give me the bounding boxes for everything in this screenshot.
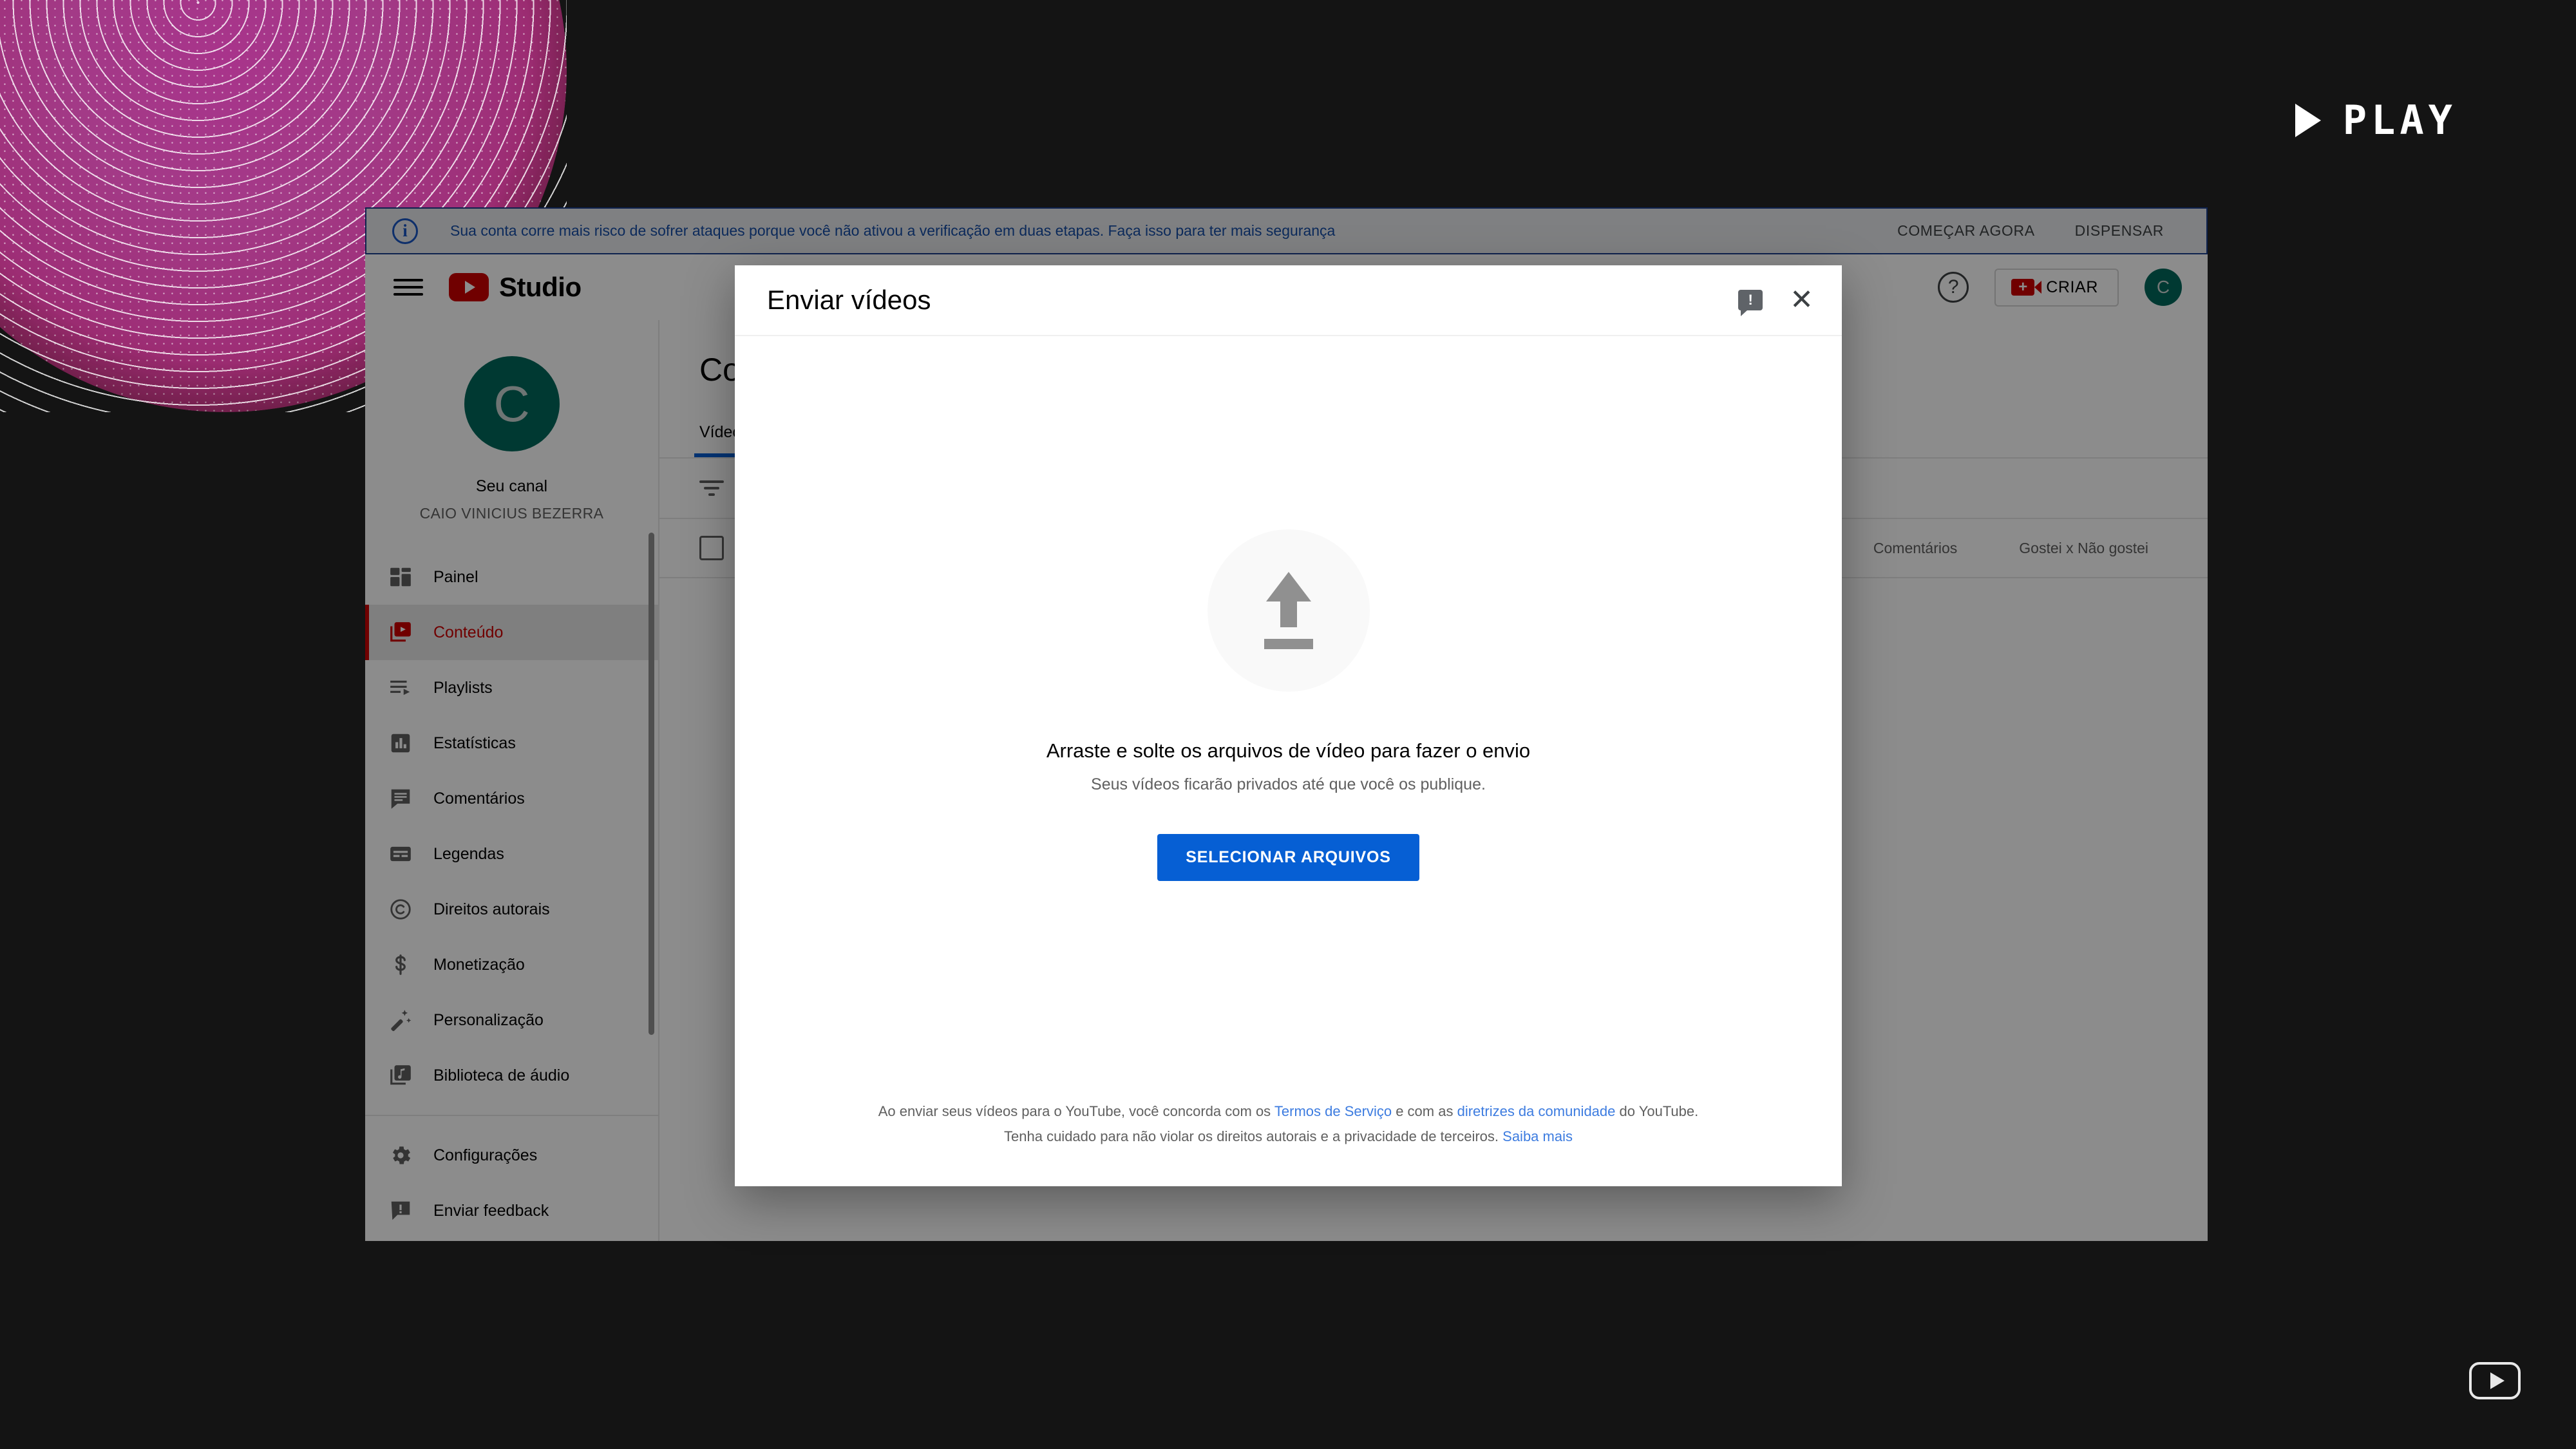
upload-arrow-base <box>1264 638 1313 649</box>
brand-name: PLAY <box>2342 97 2457 144</box>
upload-arrow-head <box>1265 571 1311 601</box>
select-files-button[interactable]: SELECIONAR ARQUIVOS <box>1157 833 1419 881</box>
upload-arrow-icon <box>1207 529 1370 692</box>
legal-text-b: e com as <box>1392 1103 1457 1119</box>
legal-text-d: Tenha cuidado para não violar os direito… <box>1004 1128 1503 1144</box>
dialog-header: Enviar vídeos ! ✕ <box>735 265 1842 336</box>
youtube-play-icon-box <box>2469 1362 2521 1399</box>
slide-canvas: PLAY i Sua conta corre mais risco de sof… <box>0 0 2576 1449</box>
dropzone[interactable]: Arraste e solte os arquivos de vídeo par… <box>735 336 1842 1099</box>
legal-line-1: Ao enviar seus vídeos para o YouTube, vo… <box>735 1099 1842 1124</box>
feedback-icon[interactable]: ! <box>1738 290 1763 316</box>
play-triangle-icon <box>2295 103 2321 137</box>
legal-text-a: Ao enviar seus vídeos para o YouTube, vo… <box>878 1103 1274 1119</box>
terms-of-service-link[interactable]: Termos de Serviço <box>1274 1103 1392 1119</box>
upload-videos-dialog: Enviar vídeos ! ✕ Arraste e solte os arq… <box>735 265 1842 1186</box>
legal-text-c: do YouTube. <box>1615 1103 1699 1119</box>
youtube-play-icon-triangle <box>2490 1372 2505 1389</box>
legal-line-2: Tenha cuidado para não violar os direito… <box>735 1124 1842 1150</box>
dropzone-subtitle: Seus vídeos ficarão privados até que voc… <box>1091 775 1486 793</box>
close-icon[interactable]: ✕ <box>1790 286 1814 314</box>
learn-more-link[interactable]: Saiba mais <box>1502 1128 1573 1144</box>
community-guidelines-link[interactable]: diretrizes da comunidade <box>1457 1103 1616 1119</box>
dialog-legal-footer: Ao enviar seus vídeos para o YouTube, vo… <box>735 1099 1842 1186</box>
dialog-title: Enviar vídeos <box>767 285 931 315</box>
dialog-header-icons: ! ✕ <box>1738 286 1814 316</box>
dropzone-title: Arraste e solte os arquivos de vídeo par… <box>1046 739 1531 762</box>
youtube-play-icon[interactable] <box>2465 1351 2524 1410</box>
upload-arrow-stem <box>1280 601 1297 627</box>
play-brand-logo: PLAY <box>2295 97 2457 144</box>
